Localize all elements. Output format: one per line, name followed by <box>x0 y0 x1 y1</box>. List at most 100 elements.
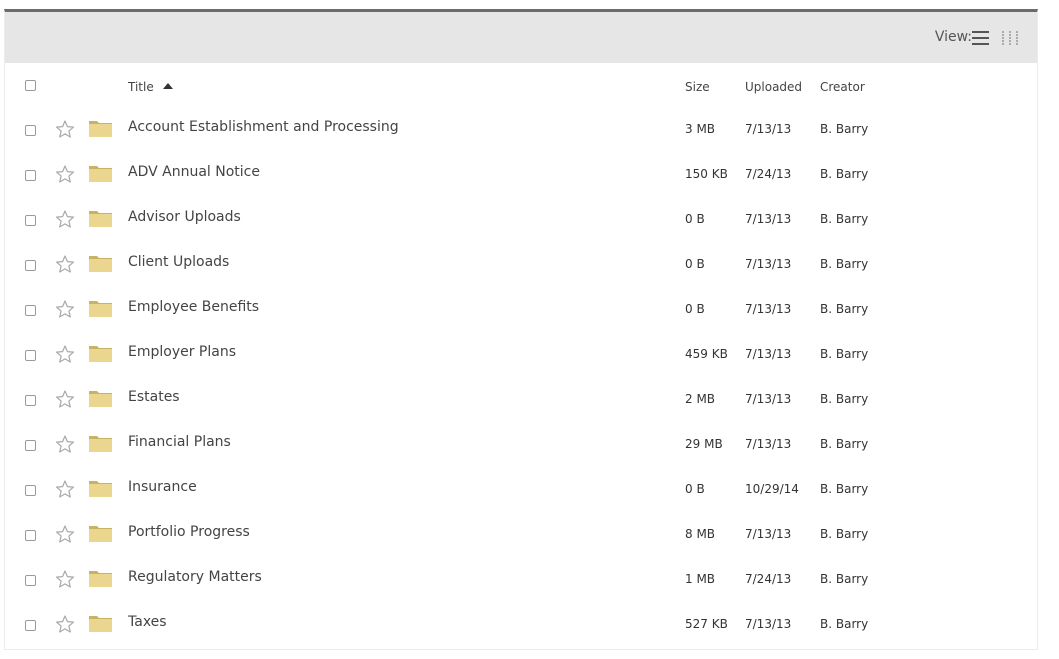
file-title[interactable]: Employer Plans <box>128 344 236 360</box>
star-icon[interactable] <box>55 119 75 139</box>
folder-icon <box>88 208 113 228</box>
file-title[interactable]: Estates <box>128 389 180 405</box>
file-size: 1 MB <box>685 572 716 586</box>
file-creator: B. Barry <box>820 122 869 136</box>
file-creator: B. Barry <box>820 482 869 496</box>
file-size: 0 B <box>685 257 705 271</box>
file-title[interactable]: Advisor Uploads <box>128 209 241 225</box>
file-size: 29 MB <box>685 437 723 451</box>
file-uploaded-date: 7/24/13 <box>745 572 792 586</box>
row-checkbox[interactable] <box>25 260 36 271</box>
file-creator: B. Barry <box>820 347 869 361</box>
file-size: 0 B <box>685 482 705 496</box>
grid-view-icon[interactable] <box>1001 30 1019 46</box>
file-list-panel: View: Title Size Uploaded Creator Accoun… <box>4 9 1038 650</box>
row-checkbox[interactable] <box>25 125 36 136</box>
list-view-icon[interactable] <box>972 30 989 46</box>
file-uploaded-date: 7/13/13 <box>745 212 792 226</box>
file-creator: B. Barry <box>820 167 869 181</box>
table-row[interactable]: Estates 2 MB 7/13/13 B. Barry <box>5 378 1037 423</box>
folder-icon <box>88 523 113 543</box>
file-title[interactable]: Financial Plans <box>128 434 231 450</box>
file-title[interactable]: Client Uploads <box>128 254 229 270</box>
file-uploaded-date: 7/13/13 <box>745 617 792 631</box>
file-size: 2 MB <box>685 392 716 406</box>
table-row[interactable]: Regulatory Matters 1 MB 7/24/13 B. Barry <box>5 558 1037 603</box>
file-uploaded-date: 7/13/13 <box>745 392 792 406</box>
row-checkbox[interactable] <box>25 170 36 181</box>
star-icon[interactable] <box>55 524 75 544</box>
row-checkbox[interactable] <box>25 395 36 406</box>
table-row[interactable]: Portfolio Progress 8 MB 7/13/13 B. Barry <box>5 513 1037 558</box>
row-checkbox[interactable] <box>25 305 36 316</box>
star-icon[interactable] <box>55 389 75 409</box>
file-title[interactable]: ADV Annual Notice <box>128 164 260 180</box>
row-checkbox[interactable] <box>25 530 36 541</box>
folder-icon <box>88 118 113 138</box>
file-title[interactable]: Employee Benefits <box>128 299 259 315</box>
file-size: 459 KB <box>685 347 728 361</box>
toolbar: View: <box>5 12 1037 63</box>
sort-ascending-icon[interactable] <box>163 83 173 89</box>
row-checkbox[interactable] <box>25 620 36 631</box>
file-uploaded-date: 7/13/13 <box>745 122 792 136</box>
star-icon[interactable] <box>55 614 75 634</box>
row-checkbox[interactable] <box>25 215 36 226</box>
folder-icon <box>88 163 113 183</box>
folder-icon <box>88 298 113 318</box>
view-label: View: <box>934 29 972 45</box>
table-row[interactable]: ADV Annual Notice 150 KB 7/24/13 B. Barry <box>5 153 1037 198</box>
folder-icon <box>88 343 113 363</box>
file-title[interactable]: Account Establishment and Processing <box>128 119 399 135</box>
table-row[interactable]: Insurance 0 B 10/29/14 B. Barry <box>5 468 1037 513</box>
star-icon[interactable] <box>55 434 75 454</box>
star-icon[interactable] <box>55 479 75 499</box>
file-size: 0 B <box>685 212 705 226</box>
star-icon[interactable] <box>55 164 75 184</box>
file-title[interactable]: Insurance <box>128 479 197 495</box>
table-row[interactable]: Advisor Uploads 0 B 7/13/13 B. Barry <box>5 198 1037 243</box>
file-size: 8 MB <box>685 527 716 541</box>
file-creator: B. Barry <box>820 212 869 226</box>
star-icon[interactable] <box>55 569 75 589</box>
file-creator: B. Barry <box>820 617 869 631</box>
file-creator: B. Barry <box>820 302 869 316</box>
select-all-checkbox[interactable] <box>25 80 36 91</box>
file-title[interactable]: Portfolio Progress <box>128 524 250 540</box>
column-header-uploaded[interactable]: Uploaded <box>745 80 802 94</box>
star-icon[interactable] <box>55 299 75 319</box>
file-uploaded-date: 7/13/13 <box>745 527 792 541</box>
table-row[interactable]: Account Establishment and Processing 3 MB… <box>5 108 1037 153</box>
row-checkbox[interactable] <box>25 350 36 361</box>
table-row[interactable]: Financial Plans 29 MB 7/13/13 B. Barry <box>5 423 1037 468</box>
file-uploaded-date: 7/13/13 <box>745 347 792 361</box>
folder-icon <box>88 478 113 498</box>
file-creator: B. Barry <box>820 572 869 586</box>
column-header-title[interactable]: Title <box>128 80 154 94</box>
star-icon[interactable] <box>55 209 75 229</box>
file-uploaded-date: 7/13/13 <box>745 302 792 316</box>
table-row[interactable]: Taxes 527 KB 7/13/13 B. Barry <box>5 603 1037 648</box>
folder-icon <box>88 253 113 273</box>
table-row[interactable]: Client Uploads 0 B 7/13/13 B. Barry <box>5 243 1037 288</box>
file-creator: B. Barry <box>820 257 869 271</box>
table-row[interactable]: Employee Benefits 0 B 7/13/13 B. Barry <box>5 288 1037 333</box>
star-icon[interactable] <box>55 254 75 274</box>
star-icon[interactable] <box>55 344 75 364</box>
row-checkbox[interactable] <box>25 485 36 496</box>
file-title[interactable]: Regulatory Matters <box>128 569 262 585</box>
row-checkbox[interactable] <box>25 440 36 451</box>
table-header: Title Size Uploaded Creator <box>5 63 1037 108</box>
file-title[interactable]: Taxes <box>128 614 167 630</box>
file-size: 0 B <box>685 302 705 316</box>
folder-icon <box>88 433 113 453</box>
file-uploaded-date: 7/13/13 <box>745 257 792 271</box>
file-size: 3 MB <box>685 122 716 136</box>
column-header-size[interactable]: Size <box>685 80 710 94</box>
table-row[interactable]: Employer Plans 459 KB 7/13/13 B. Barry <box>5 333 1037 378</box>
file-uploaded-date: 7/24/13 <box>745 167 792 181</box>
file-creator: B. Barry <box>820 437 869 451</box>
file-uploaded-date: 10/29/14 <box>745 482 799 496</box>
column-header-creator[interactable]: Creator <box>820 80 865 94</box>
row-checkbox[interactable] <box>25 575 36 586</box>
